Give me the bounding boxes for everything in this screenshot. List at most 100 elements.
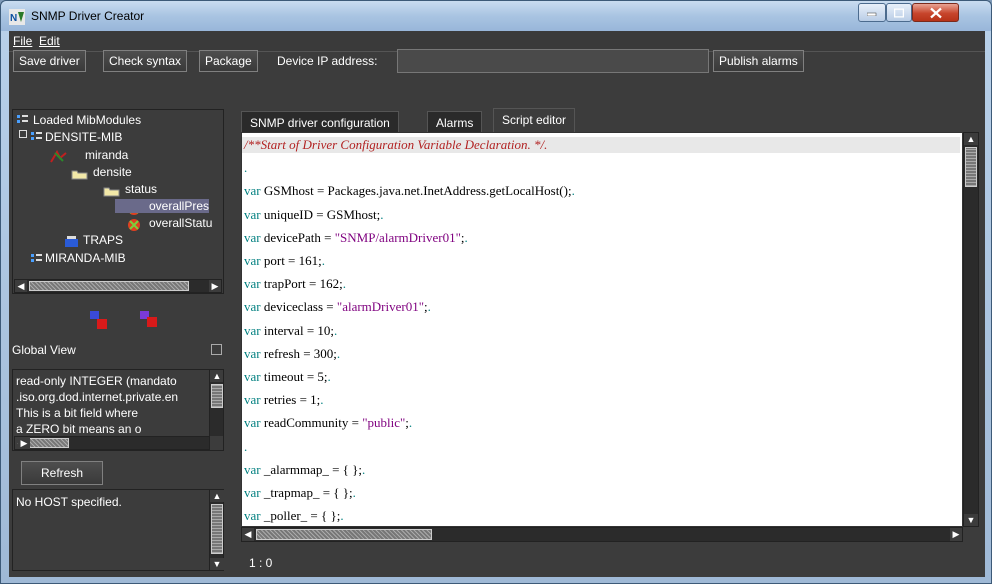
code-line: var _poller_ = { };. — [244, 508, 344, 524]
scroll-thumb[interactable] — [211, 504, 223, 554]
maximize-icon — [894, 8, 904, 17]
close-button[interactable] — [912, 3, 959, 22]
code-line-end: . — [427, 299, 431, 315]
host-status-text: No HOST specified. — [16, 495, 122, 509]
script-editor[interactable]: /**Start of Driver Configuration Variabl… — [241, 132, 963, 527]
scroll-thumb[interactable] — [29, 438, 69, 448]
mib-icon — [31, 254, 42, 262]
code-keyword: var — [244, 485, 261, 500]
menu-file[interactable]: File — [13, 34, 32, 48]
code-line: var _trapmap_ = { };. — [244, 485, 356, 500]
scroll-up-arrow-icon[interactable]: ▲ — [210, 490, 224, 502]
tree-item-overallstatu[interactable]: overallStatu — [149, 216, 212, 230]
code-line: var uniqueID = GSMhost;. — [244, 206, 384, 222]
description-horizontal-scrollbar[interactable]: ◀ ▶ — [14, 436, 210, 450]
editor-tabs: SNMP driver configuration Alarms Script … — [241, 108, 989, 133]
scroll-down-arrow-icon[interactable]: ▼ — [210, 558, 224, 570]
minimize-icon — [867, 12, 877, 16]
save-driver-button[interactable]: Save driver — [13, 50, 86, 72]
mib-modules-icon — [17, 115, 28, 123]
mib-description-box[interactable]: read-only INTEGER (mandato .iso.org.dod.… — [12, 369, 224, 451]
code-line-end: . — [244, 160, 248, 176]
code-line: var devicePath = "SNMP/alarmDriver01";. — [244, 229, 468, 245]
ip-address-label: Device IP address: — [277, 54, 378, 68]
scroll-left-arrow-icon[interactable]: ◀ — [15, 280, 27, 292]
code-line-end: . — [571, 183, 575, 199]
expand-toggle[interactable] — [19, 130, 29, 140]
code-keyword: var — [244, 345, 261, 361]
scroll-right-arrow-icon[interactable]: ▶ — [950, 528, 962, 541]
scroll-up-arrow-icon[interactable]: ▲ — [210, 370, 223, 382]
editor-vertical-scrollbar[interactable]: ▲ ▼ — [963, 132, 979, 527]
check-syntax-button[interactable]: Check syntax — [103, 50, 188, 72]
code-keyword: var — [244, 461, 261, 477]
mib-tree[interactable]: Loaded MibModules DENSITE-MIB miranda de… — [12, 109, 224, 294]
code-value: 161 — [298, 253, 319, 268]
description-vertical-scrollbar[interactable]: ▲ — [209, 370, 223, 436]
tree-item-traps[interactable]: TRAPS — [83, 233, 123, 247]
tree-item-densite[interactable]: densite — [93, 165, 132, 179]
code-line-end: . — [352, 485, 356, 500]
code-line: var port = 161;. — [244, 253, 326, 268]
code-line: var retries = 1;. — [244, 392, 324, 408]
scroll-right-arrow-icon[interactable]: ▶ — [18, 437, 30, 449]
application-window: N SNMP Driver Creator File Edit Save dri… — [0, 0, 992, 584]
code-line: var timeout = 5;. — [244, 369, 331, 384]
maximize-button[interactable] — [886, 3, 912, 22]
title-bar[interactable]: N SNMP Driver Creator — [1, 1, 991, 31]
tab-script-editor[interactable]: Script editor — [493, 108, 576, 133]
tab-alarms[interactable]: Alarms — [427, 111, 483, 133]
code-line-end: . — [334, 322, 338, 338]
package-button[interactable]: Package — [199, 50, 258, 72]
code-line: var _alarmmap_ = { };. — [244, 461, 366, 477]
tree-item-overallpres[interactable]: overallPres — [115, 199, 210, 213]
close-icon — [929, 7, 942, 18]
folder-open-icon — [103, 187, 120, 197]
code-value: 5 — [317, 369, 324, 384]
load-module-icon[interactable] — [90, 311, 108, 331]
code-line: var trapPort = 162;. — [244, 276, 346, 292]
code-value: 10 — [317, 322, 331, 338]
mib-icon — [31, 132, 42, 140]
tree-item-miranda[interactable]: miranda — [85, 148, 128, 162]
tree-item-densite-mib[interactable]: DENSITE-MIB — [45, 130, 122, 144]
tree-item-miranda-mib[interactable]: MIRANDA-MIB — [45, 251, 126, 265]
scroll-left-arrow-icon[interactable]: ◀ — [242, 528, 254, 541]
description-line: a ZERO bit means an o — [16, 422, 142, 436]
code-line-end: . — [327, 369, 331, 384]
scroll-thumb[interactable] — [256, 529, 432, 540]
code-keyword: var — [244, 183, 261, 199]
tab-snmp-driver-configuration[interactable]: SNMP driver configuration — [241, 111, 399, 133]
scroll-thumb[interactable] — [965, 147, 977, 187]
code-value: { } — [333, 485, 350, 500]
svg-text:N: N — [10, 13, 17, 24]
menu-edit[interactable]: Edit — [39, 34, 60, 48]
code-value: Packages.java.net.InetAddress.getLocalHo… — [327, 183, 568, 199]
status-object-icon — [128, 219, 140, 231]
code-value: "alarmDriver01" — [336, 299, 425, 315]
editor-horizontal-scrollbar[interactable]: ◀ ▶ — [241, 527, 963, 542]
tree-item-loaded-mibmodules[interactable]: Loaded MibModules — [33, 113, 141, 127]
code-line: . — [244, 439, 247, 455]
unload-module-icon[interactable] — [140, 311, 158, 331]
code-line: var readCommunity = "public";. — [244, 415, 413, 431]
code-value: { } — [342, 461, 359, 477]
global-view-row[interactable]: Global View — [12, 342, 224, 360]
ip-address-input[interactable] — [397, 49, 709, 73]
scroll-right-arrow-icon[interactable]: ▶ — [209, 280, 221, 292]
publish-alarms-button[interactable]: Publish alarms — [713, 50, 804, 72]
minimize-button[interactable] — [858, 3, 886, 22]
host-vertical-scrollbar[interactable]: ▲ ▼ — [209, 490, 224, 570]
window-title: SNMP Driver Creator — [31, 9, 145, 23]
scroll-up-arrow-icon[interactable]: ▲ — [964, 133, 978, 145]
scroll-down-arrow-icon[interactable]: ▼ — [964, 514, 978, 526]
host-status-box: No HOST specified. ▲ ▼ — [12, 489, 224, 571]
code-keyword: var — [244, 253, 261, 268]
refresh-button[interactable]: Refresh — [21, 461, 103, 485]
scroll-thumb[interactable] — [211, 384, 223, 408]
global-view-checkbox[interactable] — [211, 344, 222, 355]
tree-horizontal-scrollbar[interactable]: ◀ ▶ — [14, 279, 222, 293]
tree-item-status[interactable]: status — [125, 182, 157, 196]
scroll-thumb[interactable] — [29, 281, 189, 291]
code-line-end: . — [380, 206, 384, 222]
